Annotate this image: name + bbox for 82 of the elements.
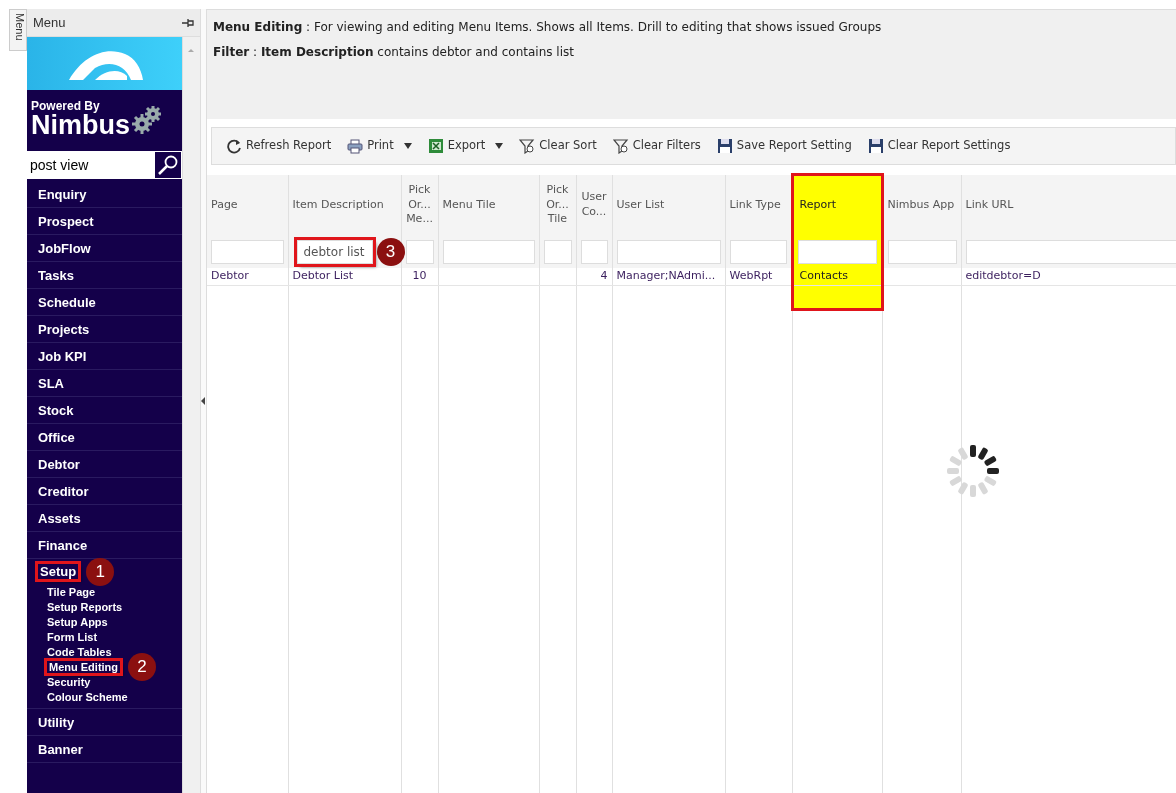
filter-field[interactable] <box>580 239 608 264</box>
menu-item[interactable]: Prospect <box>38 213 94 229</box>
menu-item[interactable]: Office <box>38 429 75 445</box>
filter-field[interactable] <box>887 239 957 264</box>
refresh-icon <box>226 138 242 154</box>
column-header[interactable]: User List <box>612 174 725 236</box>
menu-item[interactable]: Enquiry <box>38 186 87 202</box>
table-cell: Debtor <box>211 269 249 282</box>
menu-item[interactable]: Code Tables <box>47 645 112 658</box>
toolbar-button[interactable]: Save Report Setting <box>716 137 852 155</box>
collapse-arrow-icon[interactable] <box>201 396 206 406</box>
column-header[interactable]: Link Type <box>725 174 792 236</box>
step-number-badge: 1 <box>86 557 115 586</box>
column-header[interactable]: Nimbus App <box>882 174 961 236</box>
gears-icon <box>130 104 162 135</box>
filter-field[interactable] <box>965 239 1176 264</box>
toolbar-button[interactable]: Clear Sort <box>519 137 597 155</box>
spreadsheet-icon <box>427 138 444 154</box>
menu-item[interactable]: Banner <box>38 741 83 757</box>
table-cell: Debtor List <box>292 269 353 282</box>
menu-item[interactable]: Stock <box>38 402 74 418</box>
menu-item[interactable]: Assets <box>38 510 81 526</box>
filter-field[interactable] <box>442 239 535 264</box>
menu-item[interactable]: Form List <box>47 630 98 643</box>
menu-item[interactable]: Schedule <box>38 294 96 310</box>
search-icon <box>157 154 179 176</box>
filter-field[interactable] <box>616 239 721 264</box>
menu-item[interactable]: Setup Apps <box>47 615 108 628</box>
menu-item[interactable]: Tasks <box>38 267 74 283</box>
column-header[interactable]: Page <box>207 174 288 236</box>
toolbar-button[interactable]: Export <box>427 137 504 155</box>
column-header[interactable]: Pick Or... Tile <box>539 174 576 236</box>
column-header[interactable]: Report <box>792 174 882 236</box>
column-header[interactable]: Link URL <box>961 174 1176 236</box>
column-header[interactable]: Menu Tile <box>438 174 539 236</box>
filter-field[interactable]: debtor list <box>296 239 373 264</box>
menu-item[interactable]: JobFlow <box>38 240 91 256</box>
panel-title: Menu <box>33 15 66 30</box>
tagline: Powered By <box>31 100 101 112</box>
menu-item[interactable]: Projects <box>38 321 90 337</box>
table-cell: Contacts <box>799 269 849 282</box>
search-button[interactable] <box>154 151 182 179</box>
column-header[interactable]: Item Description <box>288 174 401 236</box>
menu-item[interactable]: Colour Scheme <box>47 690 128 703</box>
pin-icon[interactable] <box>182 17 194 28</box>
report-description: Menu Editing : For viewing and editing Menu Items. Shows all Items. Drill to editing that shows issued Groups <box>213 19 883 36</box>
menu-item[interactable]: Menu Editing <box>47 660 121 673</box>
menu-item[interactable]: Job KPI <box>38 348 87 364</box>
brand-name: Nimbus <box>31 112 130 139</box>
filter-summary: Filter : Item Description contains debtor and contains list <box>213 44 575 61</box>
table-cell: 4 <box>600 269 608 282</box>
filter-field[interactable] <box>797 239 877 264</box>
menu-item[interactable]: Setup Reports <box>47 600 123 613</box>
column-header[interactable]: User Co... <box>576 174 612 236</box>
filter-field[interactable] <box>405 239 434 264</box>
step-number-badge: 2 <box>128 652 157 681</box>
column-header[interactable]: Pick Or... Me... <box>401 174 438 236</box>
search-field[interactable]: post view <box>27 151 182 179</box>
menu-item[interactable]: Tile Page <box>47 585 96 598</box>
printer-icon <box>347 138 364 154</box>
menu-side-tab[interactable]: Menu <box>9 9 27 51</box>
table-cell: 10 <box>412 269 427 282</box>
funnel-icon <box>612 138 629 154</box>
filter-field[interactable] <box>729 239 787 264</box>
toolbar-button[interactable]: Clear Filters <box>612 137 701 155</box>
toolbar-button[interactable]: Clear Report Settings <box>867 137 1011 155</box>
menu-item[interactable]: Debtor <box>38 456 80 472</box>
menu-item[interactable]: Setup <box>38 564 79 579</box>
toolbar-button[interactable]: Print <box>347 137 412 155</box>
table-cell: editdebtor=D <box>965 269 1041 282</box>
filter-field[interactable] <box>543 239 572 264</box>
table-cell: Manager;NAdmi... <box>616 269 716 282</box>
menu-item[interactable]: Security <box>47 675 91 688</box>
menu-item[interactable]: Finance <box>38 537 88 553</box>
menu-item[interactable]: Utility <box>38 714 75 730</box>
menu-item[interactable]: SLA <box>38 375 64 391</box>
step-number-badge: 3 <box>376 237 405 266</box>
toolbar-button[interactable]: Refresh Report <box>226 137 332 155</box>
menu-item[interactable]: Creditor <box>38 483 89 499</box>
filter-field[interactable] <box>211 239 284 264</box>
table-cell: WebRpt <box>729 269 773 282</box>
funnel-icon <box>519 138 536 154</box>
